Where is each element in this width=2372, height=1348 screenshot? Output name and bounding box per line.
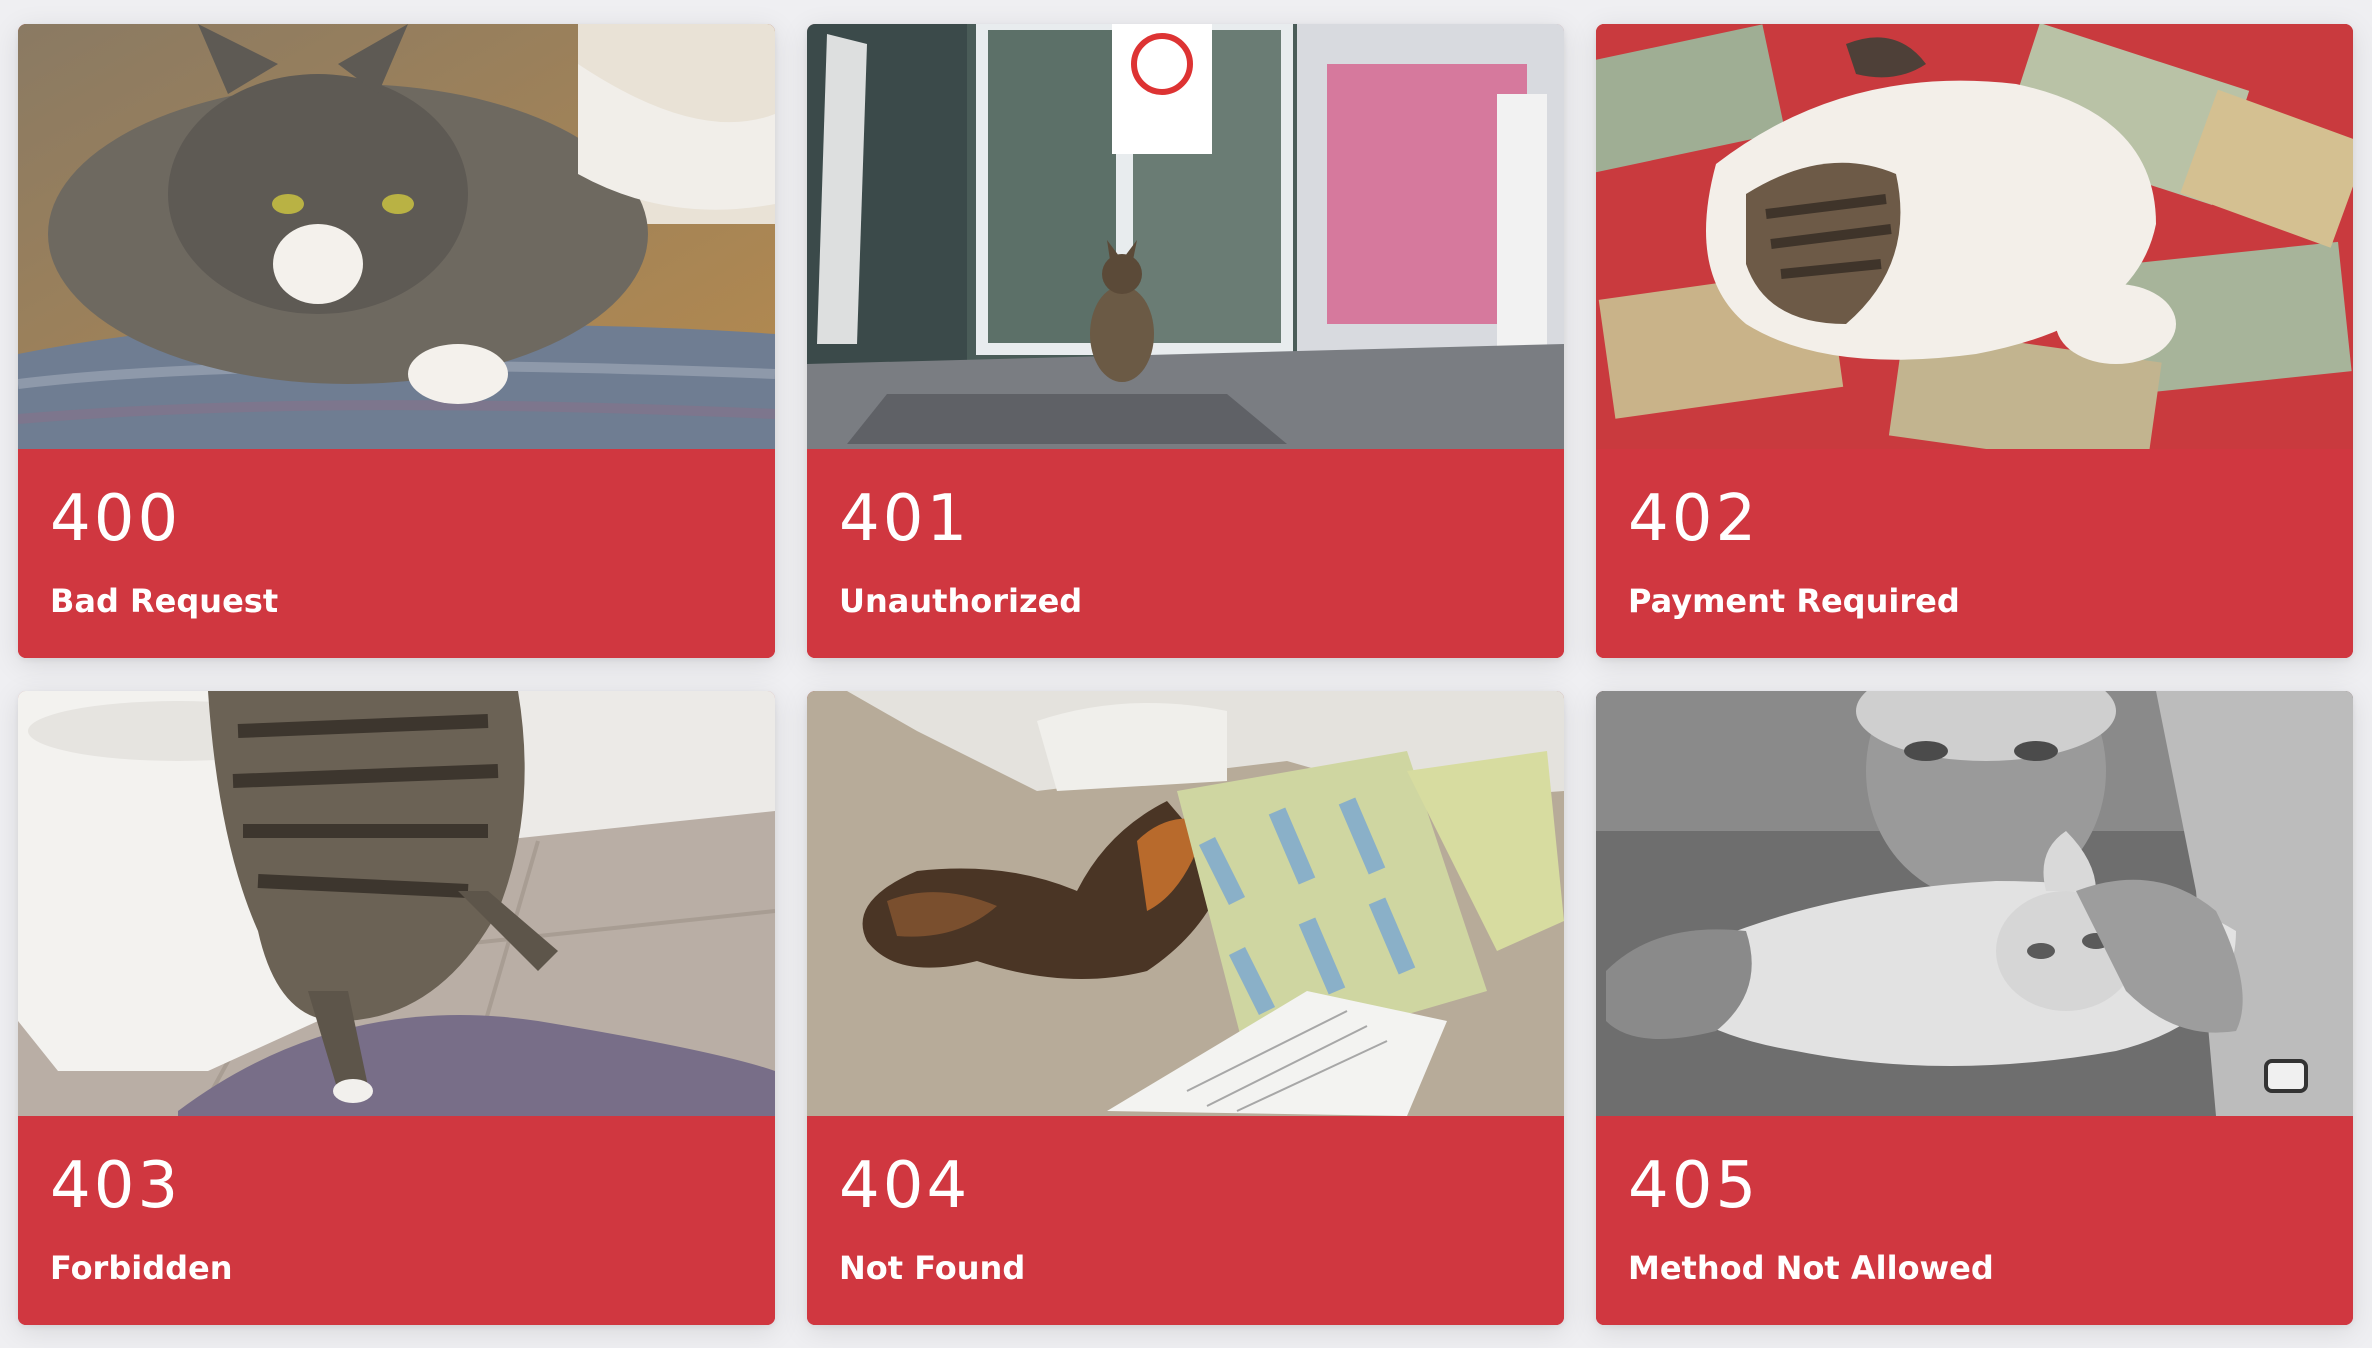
man-with-kitten-photo-icon bbox=[1596, 691, 2353, 1116]
status-card-402[interactable]: 402 Payment Required bbox=[1596, 24, 2353, 658]
status-image-400 bbox=[18, 24, 775, 449]
status-caption-401: 401 Unauthorized bbox=[807, 449, 1564, 658]
status-label: Payment Required bbox=[1628, 582, 1960, 620]
status-image-405 bbox=[1596, 691, 2353, 1116]
shop-door-cat-photo-icon bbox=[807, 24, 1564, 449]
status-card-grid: 400 Bad Request 401 Unauthorized 402 Pay… bbox=[18, 24, 2354, 1325]
status-code: 404 bbox=[839, 1149, 971, 1223]
status-image-403 bbox=[18, 691, 775, 1116]
status-card-400[interactable]: 400 Bad Request bbox=[18, 24, 775, 658]
status-label: Bad Request bbox=[50, 582, 279, 620]
status-card-404[interactable]: 404 Not Found bbox=[807, 691, 1564, 1325]
status-code: 405 bbox=[1628, 1149, 1760, 1223]
status-caption-403: 403 Forbidden bbox=[18, 1116, 775, 1325]
status-image-404 bbox=[807, 691, 1564, 1116]
status-label: Unauthorized bbox=[839, 582, 1083, 620]
toilet-cat-photo-icon bbox=[18, 691, 775, 1116]
status-caption-404: 404 Not Found bbox=[807, 1116, 1564, 1325]
status-label: Method Not Allowed bbox=[1628, 1249, 1994, 1287]
status-card-401[interactable]: 401 Unauthorized bbox=[807, 24, 1564, 658]
status-caption-400: 400 Bad Request bbox=[18, 449, 775, 658]
status-image-402 bbox=[1596, 24, 2353, 449]
status-caption-405: 405 Method Not Allowed bbox=[1596, 1116, 2353, 1325]
status-code: 402 bbox=[1628, 482, 1760, 556]
status-code: 400 bbox=[50, 482, 182, 556]
status-image-401 bbox=[807, 24, 1564, 449]
status-card-405[interactable]: 405 Method Not Allowed bbox=[1596, 691, 2353, 1325]
status-code: 403 bbox=[50, 1149, 182, 1223]
status-label: Forbidden bbox=[50, 1249, 233, 1287]
status-code: 401 bbox=[839, 482, 971, 556]
status-caption-402: 402 Payment Required bbox=[1596, 449, 2353, 658]
money-cat-photo-icon bbox=[1596, 24, 2353, 449]
hiding-cat-photo-icon bbox=[807, 691, 1564, 1116]
status-label: Not Found bbox=[839, 1249, 1026, 1287]
status-card-403[interactable]: 403 Forbidden bbox=[18, 691, 775, 1325]
tabby-cat-photo-icon bbox=[18, 24, 775, 449]
